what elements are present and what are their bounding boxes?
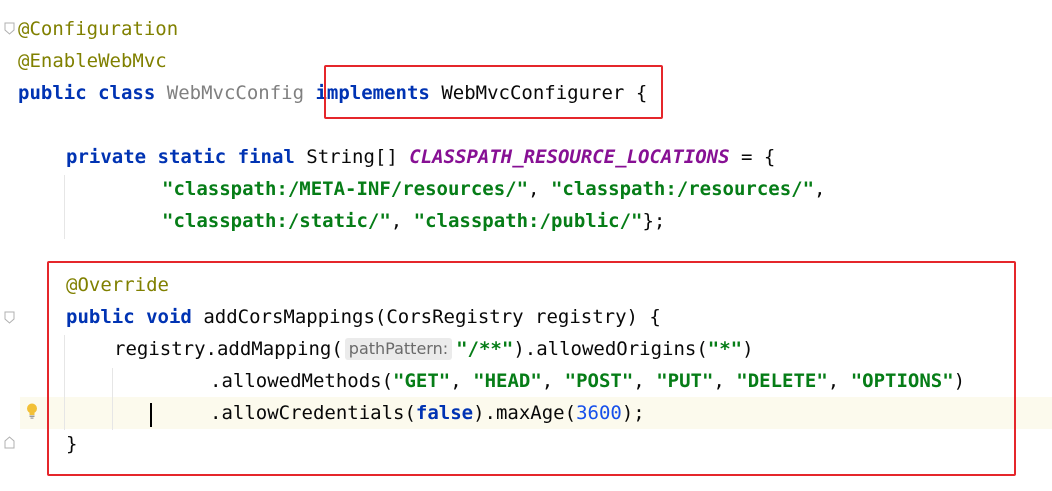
editor-gutter bbox=[0, 0, 20, 491]
code-line-7[interactable]: "classpath:/static/", "classpath:/public… bbox=[162, 205, 665, 237]
fold-marker-icon[interactable] bbox=[4, 22, 15, 35]
separator: }; bbox=[642, 210, 666, 232]
annotation: @EnableWebMvc bbox=[18, 50, 167, 72]
lightbulb-icon[interactable] bbox=[25, 402, 39, 420]
type-name: String[] bbox=[306, 146, 398, 168]
annotation: @Configuration bbox=[18, 18, 179, 40]
keyword: class bbox=[98, 82, 156, 104]
constant-name: CLASSPATH_RESOURCE_LOCATIONS bbox=[409, 146, 730, 168]
string-literal: "classpath:/META-INF/resources/" bbox=[162, 178, 529, 200]
keyword: public bbox=[18, 82, 87, 104]
keyword: static bbox=[157, 146, 227, 168]
operator: = { bbox=[741, 146, 776, 168]
highlight-box-implements bbox=[324, 65, 663, 119]
separator: , bbox=[814, 178, 826, 200]
highlight-box-cors-method bbox=[47, 261, 1016, 476]
class-name: WebMvcConfig bbox=[166, 82, 305, 104]
separator: , bbox=[528, 178, 551, 200]
code-line-5[interactable]: private static final String[] CLASSPATH_… bbox=[66, 141, 775, 173]
fold-end-marker-icon[interactable] bbox=[4, 436, 15, 449]
indent-guide bbox=[64, 175, 65, 239]
string-literal: "classpath:/public/" bbox=[413, 210, 643, 232]
keyword: private bbox=[66, 146, 147, 168]
code-line-6[interactable]: "classpath:/META-INF/resources/", "class… bbox=[162, 173, 826, 205]
string-literal: "classpath:/resources/" bbox=[550, 178, 815, 200]
code-line-1[interactable]: @Configuration bbox=[18, 13, 178, 45]
keyword: final bbox=[237, 146, 295, 168]
code-line-2[interactable]: @EnableWebMvc bbox=[18, 45, 167, 77]
separator: , bbox=[390, 210, 414, 232]
fold-marker-icon[interactable] bbox=[4, 311, 15, 324]
string-literal: "classpath:/static/" bbox=[162, 210, 391, 232]
